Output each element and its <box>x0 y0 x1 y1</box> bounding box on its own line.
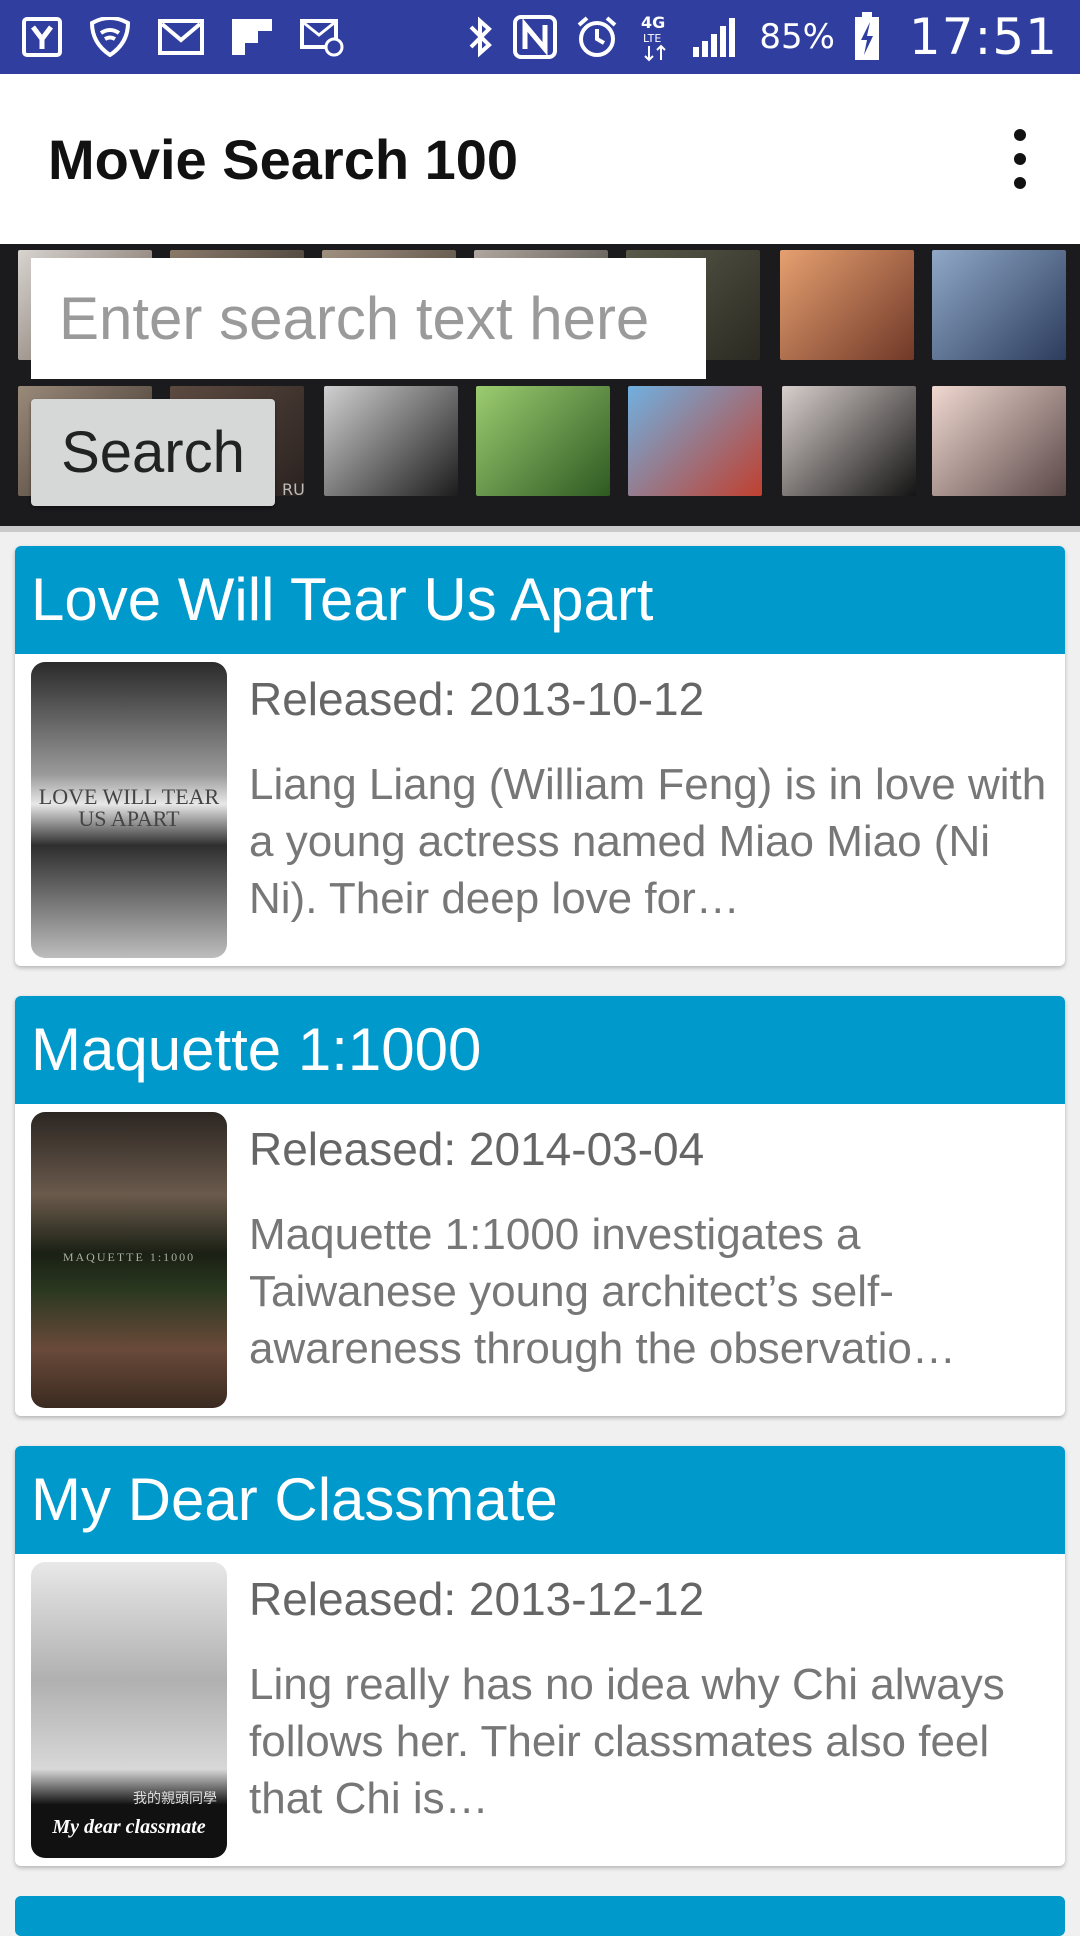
poster-title: My dear classmate <box>52 1816 206 1838</box>
movie-card[interactable]: Love Will Tear Us Apart LOVE WILL TEAR U… <box>15 546 1065 966</box>
banner-thumbnail <box>628 386 762 496</box>
release-date: Released: 2014-03-04 <box>249 1123 705 1175</box>
status-bar: 4G LTE 85% 17:51 <box>0 0 1080 74</box>
svg-text:4G: 4G <box>641 13 665 32</box>
movie-card[interactable]: Maquette 1:1000 MAQUETTE 1:1000 Released… <box>15 996 1065 1416</box>
banner-watermark: RU <box>282 480 305 499</box>
movie-poster: 我的親頭同學 My dear classmate <box>31 1562 227 1858</box>
movie-title: My Dear Classmate <box>15 1446 1065 1554</box>
flipboard-icon <box>230 17 274 57</box>
banner-thumbnail <box>932 386 1066 496</box>
app-bar: Movie Search 100 <box>0 74 1080 244</box>
movie-poster: MAQUETTE 1:1000 <box>31 1112 227 1408</box>
release-date: Released: 2013-12-12 <box>249 1573 705 1625</box>
search-input[interactable] <box>31 258 706 379</box>
divider <box>0 526 1080 532</box>
movie-title: Love Will Tear Us Apart <box>15 546 1065 654</box>
mail-icon <box>158 18 204 56</box>
movie-description: Ling really has no idea why Chi always f… <box>249 1660 1005 1823</box>
movie-card[interactable]: My Dear Classmate 我的親頭同學 My dear classma… <box>15 1446 1065 1866</box>
banner-thumbnail <box>780 250 914 360</box>
banner-thumbnail <box>324 386 458 496</box>
movie-description: Liang Liang (William Feng) is in love wi… <box>249 760 1047 923</box>
clock: 17:51 <box>908 8 1058 66</box>
yahoo-icon <box>22 17 62 57</box>
overflow-menu-icon[interactable] <box>1000 129 1040 189</box>
bluetooth-icon <box>465 15 495 59</box>
search-banner: RU Search <box>0 244 1080 526</box>
movie-poster: LOVE WILL TEAR US APART <box>31 662 227 958</box>
banner-thumbnail <box>782 386 916 496</box>
app-title: Movie Search 100 <box>48 127 519 191</box>
nfc-icon <box>513 15 558 59</box>
lte-icon: 4G LTE <box>637 12 673 62</box>
email-at-icon <box>300 17 346 57</box>
movie-description: Maquette 1:1000 investigates a Taiwanese… <box>249 1210 956 1373</box>
battery-percentage: 85% <box>759 17 835 57</box>
poster-title: LOVE WILL TEAR US APART <box>38 784 220 831</box>
wifi-shield-icon <box>88 17 132 57</box>
poster-title-zh: 我的親頭同學 <box>133 1792 217 1807</box>
svg-text:LTE: LTE <box>643 32 661 45</box>
movie-card-partial[interactable] <box>15 1896 1065 1936</box>
release-date: Released: 2013-10-12 <box>249 673 705 725</box>
banner-thumbnail <box>932 250 1066 360</box>
banner-thumbnail <box>476 386 610 496</box>
poster-title: MAQUETTE 1:1000 <box>62 1250 196 1264</box>
signal-icon <box>691 15 741 59</box>
movie-title: Maquette 1:1000 <box>15 996 1065 1104</box>
search-button[interactable]: Search <box>31 399 275 506</box>
alarm-icon <box>575 15 619 59</box>
battery-charging-icon <box>853 12 881 62</box>
